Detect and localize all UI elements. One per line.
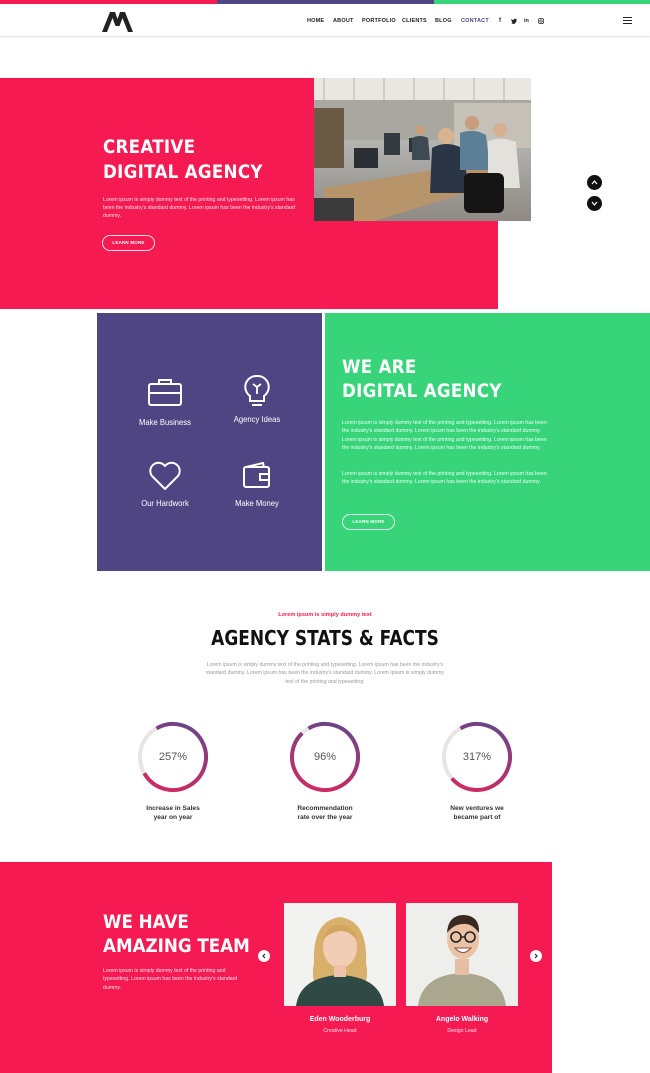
team-member-photo xyxy=(406,903,518,1006)
about-paragraph-2: Lorem ipsum is simply dummy text of the … xyxy=(342,471,547,486)
linkedin-icon[interactable]: in xyxy=(524,18,529,24)
chevron-right-icon[interactable] xyxy=(530,950,542,962)
nav-contact[interactable]: CONTACT xyxy=(461,18,489,24)
hero-description: Lorem ipsum is simply dummy text of the … xyxy=(103,197,296,219)
stat-ring: 257% xyxy=(136,720,210,794)
feature-label: Our Hardwork xyxy=(141,498,189,508)
team-description: Lorem ipsum is simply dummy text of the … xyxy=(103,968,238,991)
stats-title: AGENCY STATS & FACTS xyxy=(211,626,439,650)
top-navbar: HOME ABOUT PORTFOLIO CLIENTS BLOG CONTAC… xyxy=(0,4,650,37)
hero-office-photo xyxy=(314,78,531,221)
stat-ring: 96% xyxy=(288,720,362,794)
twitter-icon[interactable] xyxy=(511,18,517,26)
feature-label: Make Money xyxy=(235,498,279,508)
stat-value: 96% xyxy=(313,751,337,763)
features-panel xyxy=(97,313,322,571)
stat-label: Recommendation rate over the year xyxy=(297,805,353,821)
hero-learn-more-button[interactable]: LEARN MORE xyxy=(102,235,155,251)
about-paragraph-1: Lorem ipsum is simply dummy text of the … xyxy=(342,420,547,452)
stats-eyebrow: Lorem ipsum is simply dummy text xyxy=(278,612,372,618)
heart-icon xyxy=(149,461,181,490)
feature-make-money: Make Money xyxy=(212,462,302,508)
team-member-name: Eden Wooderburg xyxy=(309,1016,371,1023)
stat-value: 257% xyxy=(158,751,188,763)
feature-label: Agency Ideas xyxy=(233,414,281,424)
stat-ring: 317% xyxy=(440,720,514,794)
team-member-name: Angelo Walking xyxy=(435,1016,489,1023)
facebook-icon[interactable]: f xyxy=(499,18,501,24)
stat-label: New ventures we became part of xyxy=(450,805,504,821)
instagram-icon[interactable] xyxy=(538,18,544,26)
hero-title: CREATIVE DIGITAL AGENCY xyxy=(103,136,263,183)
wallet-icon xyxy=(243,462,270,488)
briefcase-icon xyxy=(148,379,182,406)
nav-home[interactable]: HOME xyxy=(307,18,324,24)
chevron-down-icon[interactable] xyxy=(587,196,602,211)
nav-blog[interactable]: BLOG xyxy=(435,18,452,24)
feature-make-business: Make Business xyxy=(120,377,210,427)
nav-clients[interactable]: CLIENTS xyxy=(402,18,427,24)
chevron-left-icon[interactable] xyxy=(258,950,270,962)
about-learn-more-button[interactable]: LEARN MORE xyxy=(342,514,395,530)
lightbulb-icon xyxy=(244,374,270,406)
feature-label: Make Business xyxy=(139,417,191,427)
team-member-role: Design Lead xyxy=(447,1028,477,1034)
team-member-photo xyxy=(284,903,396,1006)
team-member-role: Creative Head xyxy=(323,1028,357,1034)
stat-value: 317% xyxy=(462,751,492,763)
hamburger-menu-icon[interactable] xyxy=(623,17,632,25)
stats-description: Lorem ipsum is simply dummy text of the … xyxy=(205,662,445,685)
feature-our-hardwork: Our Hardwork xyxy=(120,460,210,508)
stat-label: Increase in Sales year on year xyxy=(146,805,200,821)
m-logo-icon[interactable] xyxy=(102,12,133,32)
team-title: WE HAVE AMAZING TEAM xyxy=(103,911,250,957)
about-title: WE ARE DIGITAL AGENCY xyxy=(342,356,502,402)
chevron-up-icon[interactable] xyxy=(587,175,602,190)
feature-agency-ideas: Agency Ideas xyxy=(212,374,302,424)
nav-portfolio[interactable]: PORTFOLIO xyxy=(362,18,396,24)
nav-about[interactable]: ABOUT xyxy=(333,18,354,24)
